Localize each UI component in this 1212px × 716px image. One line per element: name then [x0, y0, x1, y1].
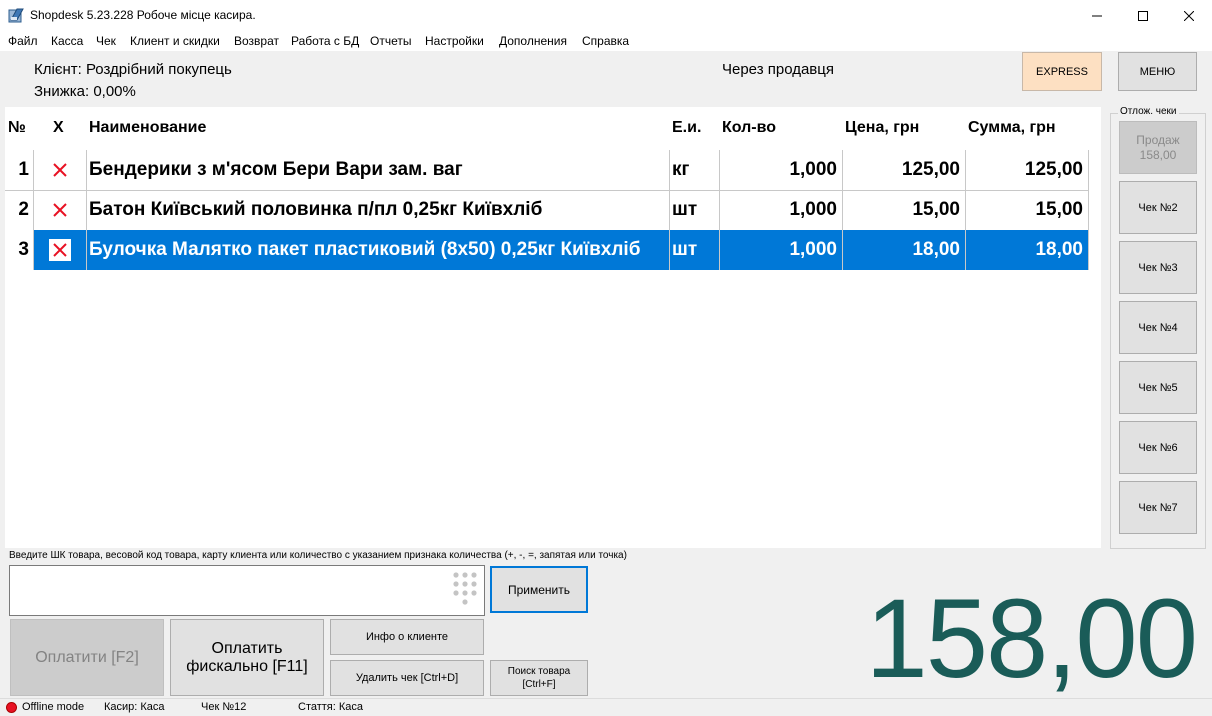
maximize-icon — [1138, 10, 1148, 21]
row-qty: 1,000 — [789, 159, 837, 180]
close-icon — [1184, 10, 1194, 21]
current-sale-button[interactable]: Продаж 158,00 — [1119, 121, 1197, 174]
row-num: 1 — [18, 159, 29, 180]
row-price: 125,00 — [901, 159, 960, 180]
express-button[interactable]: EXPRESS — [1022, 52, 1102, 91]
row-name: Батон Київський половинка п/пл 0,25кг Ки… — [89, 199, 543, 220]
input-hint: Введите ШК товара, весовой код товара, к… — [9, 550, 627, 561]
header-name: Наименование — [89, 119, 207, 136]
status-article: Стаття: Каса — [298, 701, 364, 713]
menu-file[interactable]: Файл — [8, 34, 38, 48]
pay-fiscal-label-1: Оплатить — [211, 639, 283, 657]
menu-settings[interactable]: Настройки — [425, 34, 484, 48]
menu-button[interactable]: МЕНЮ — [1118, 52, 1197, 91]
column-divider — [965, 150, 966, 270]
pay-fiscal-label-2: фискально [F11] — [186, 657, 308, 675]
search-product-label-1: Поиск товара — [507, 666, 571, 677]
header-num: № — [8, 119, 26, 136]
status-check-number: Чек №12 — [201, 701, 247, 713]
row-unit: шт — [672, 199, 698, 220]
pay-fiscal-button[interactable]: Оплатить фискально [F11] — [170, 619, 324, 696]
table-row[interactable]: 1 Бендерики з м'ясом Бери Вари зам. ваг … — [5, 150, 1089, 190]
current-sale-title: Продаж — [1136, 132, 1180, 147]
row-num: 2 — [18, 199, 29, 220]
status-bar: Offline mode Касир: Каса Чек №12 Стаття:… — [0, 698, 1212, 716]
client-name: Клієнт: Роздрібний покупець — [34, 61, 232, 78]
column-divider — [842, 150, 843, 270]
menu-database[interactable]: Работа с БД — [291, 34, 359, 48]
client-info-button[interactable]: Инфо о клиенте — [330, 619, 484, 655]
column-divider — [719, 150, 720, 270]
column-divider — [1088, 150, 1089, 270]
column-divider — [669, 150, 670, 270]
app-logo-icon — [8, 7, 25, 23]
row-sum: 15,00 — [1035, 199, 1083, 220]
menu-reports[interactable]: Отчеты — [370, 34, 411, 48]
barcode-input[interactable] — [9, 565, 485, 616]
header-delete: X — [53, 119, 64, 136]
menu-return[interactable]: Возврат — [234, 34, 279, 48]
total-amount: 158,00 — [865, 576, 1198, 701]
keypad-icon[interactable] — [451, 570, 479, 608]
close-button[interactable] — [1166, 0, 1212, 31]
row-price: 15,00 — [912, 199, 960, 220]
column-divider — [33, 150, 34, 270]
row-sum: 18,00 — [1035, 239, 1083, 260]
minimize-icon — [1092, 15, 1102, 16]
menu-bar: Файл Касса Чек Клиент и скидки Возврат Р… — [0, 31, 1212, 51]
window-title: Shopdesk 5.23.228 Робоче місце касира. — [30, 8, 256, 22]
row-sum: 125,00 — [1024, 159, 1083, 180]
row-num: 3 — [5, 230, 33, 270]
apply-button[interactable]: Применить — [490, 566, 588, 613]
delete-row-icon[interactable] — [49, 239, 71, 261]
status-cashier: Касир: Каса — [104, 701, 165, 713]
postponed-check-4-button[interactable]: Чек №4 — [1119, 301, 1197, 354]
menu-kassa[interactable]: Касса — [51, 34, 83, 48]
header-unit: Е.и. — [672, 119, 702, 136]
seller-mode: Через продавця — [722, 61, 834, 78]
current-sale-amount: 158,00 — [1139, 147, 1177, 162]
row-name: Булочка Малятко пакет пластиковий (8х50)… — [89, 239, 641, 260]
row-unit: кг — [672, 159, 690, 180]
menu-client-discounts[interactable]: Клиент и скидки — [130, 34, 220, 48]
status-mode: Offline mode — [22, 701, 85, 713]
menu-help[interactable]: Справка — [582, 34, 629, 48]
delete-row-icon[interactable] — [49, 159, 71, 181]
row-price: 18,00 — [912, 239, 960, 260]
minimize-button[interactable] — [1074, 0, 1120, 31]
postponed-checks-label: Отлож. чеки — [1118, 106, 1179, 117]
delete-row-icon[interactable] — [49, 199, 71, 221]
header-sum: Сумма, грн — [968, 119, 1056, 136]
maximize-button[interactable] — [1120, 0, 1166, 31]
postponed-check-5-button[interactable]: Чек №5 — [1119, 361, 1197, 414]
pay-button[interactable]: Оплатити [F2] — [10, 619, 164, 696]
search-product-button[interactable]: Поиск товара [Ctrl+F] — [490, 660, 588, 696]
header-qty: Кол-во — [722, 119, 777, 136]
row-name: Бендерики з м'ясом Бери Вари зам. ваг — [89, 159, 463, 180]
menu-addons[interactable]: Дополнения — [499, 34, 567, 48]
postponed-check-3-button[interactable]: Чек №3 — [1119, 241, 1197, 294]
table-row[interactable]: 2 Батон Київський половинка п/пл 0,25кг … — [5, 190, 1089, 230]
table-row-selected[interactable]: 3 Булочка Малятко пакет пластиковий (8х5… — [5, 230, 1089, 270]
postponed-check-2-button[interactable]: Чек №2 — [1119, 181, 1197, 234]
postponed-check-6-button[interactable]: Чек №6 — [1119, 421, 1197, 474]
row-qty: 1,000 — [789, 199, 837, 220]
menu-check[interactable]: Чек — [96, 34, 116, 48]
row-qty: 1,000 — [789, 239, 837, 260]
header-price: Цена, грн — [845, 119, 920, 136]
column-divider — [86, 150, 87, 270]
offline-status-icon — [6, 702, 17, 713]
row-unit: шт — [672, 239, 698, 260]
title-bar: Shopdesk 5.23.228 Робоче місце касира. — [0, 0, 1212, 31]
client-discount: Знижка: 0,00% — [34, 83, 136, 100]
postponed-check-7-button[interactable]: Чек №7 — [1119, 481, 1197, 534]
search-product-label-2: [Ctrl+F] — [522, 679, 556, 690]
receipt-table: № X Наименование Е.и. Кол-во Цена, грн С… — [5, 107, 1101, 548]
delete-check-button[interactable]: Удалить чек [Ctrl+D] — [330, 660, 484, 696]
